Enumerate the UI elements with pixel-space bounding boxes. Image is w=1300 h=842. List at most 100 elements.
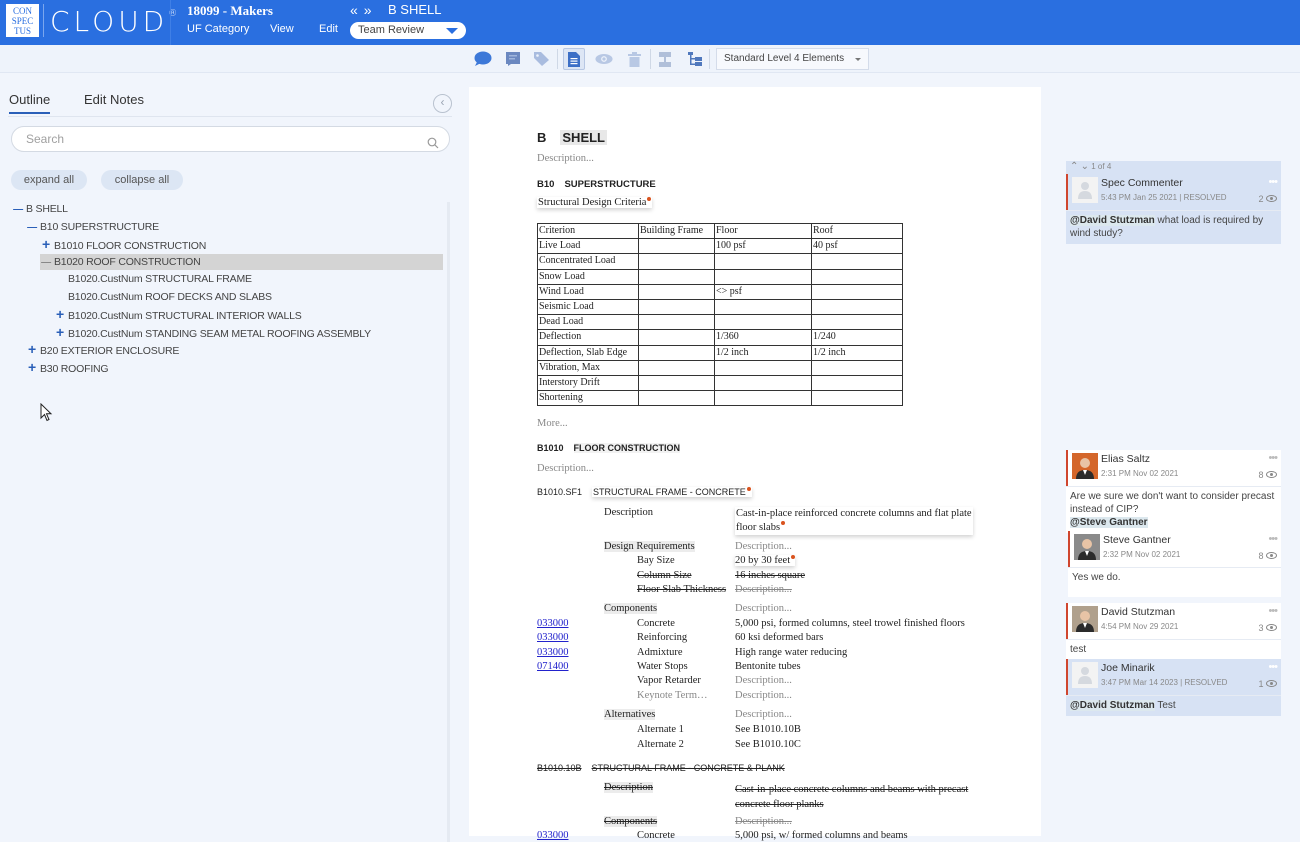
note-icon[interactable] [504, 50, 522, 68]
collapse-icon[interactable]: — [12, 202, 24, 218]
tree-item[interactable]: + B1020.CustNum STANDING SEAM METAL ROOFI… [54, 324, 371, 340]
component-value[interactable]: High range water reducing [735, 647, 847, 658]
table-cell[interactable]: <> psf [714, 283, 812, 300]
tag-icon[interactable] [533, 50, 551, 68]
table-cell[interactable] [638, 390, 715, 407]
alternative-value[interactable]: See B1010.10C [735, 739, 801, 750]
view-count[interactable]: 8 [1258, 470, 1277, 480]
table-cell[interactable] [811, 283, 903, 300]
chevron-up-icon[interactable]: ⌃ [1070, 161, 1078, 172]
split-icon[interactable] [656, 50, 674, 68]
spec-link[interactable]: 033000 [537, 632, 569, 643]
alternative-value[interactable]: See B1010.10B [735, 724, 801, 735]
tree-item[interactable]: — B1020 ROOF CONSTRUCTION [40, 253, 443, 270]
tree-item[interactable]: B1020.CustNum ROOF DECKS AND SLABS [68, 289, 272, 305]
expand-icon[interactable]: + [26, 341, 38, 357]
component-value[interactable]: Description... [735, 690, 792, 701]
table-cell[interactable]: Snow Load [537, 268, 639, 285]
comment-icon[interactable] [474, 50, 492, 68]
expand-icon[interactable]: + [54, 324, 66, 340]
search-input[interactable] [26, 132, 416, 146]
expand-all-button[interactable]: expand all [11, 170, 87, 190]
table-cell[interactable]: 40 psf [811, 238, 903, 255]
description-placeholder[interactable]: Description... [735, 709, 792, 720]
table-cell[interactable] [638, 374, 715, 392]
table-cell[interactable]: Wind Load [537, 283, 639, 300]
table-cell[interactable] [638, 344, 715, 361]
view-count[interactable]: 1 [1258, 679, 1277, 689]
sf1-description-value[interactable]: Cast-in-place reinforced concrete column… [735, 507, 973, 535]
table-header-cell[interactable]: Building Frame [638, 222, 715, 240]
spec-link[interactable]: 033000 [537, 618, 569, 629]
level-select[interactable]: Standard Level 4 Elements [716, 48, 869, 70]
table-cell[interactable] [638, 329, 715, 346]
collapse-all-button[interactable]: collapse all [101, 170, 183, 190]
table-cell[interactable] [638, 238, 715, 255]
next-section-icon[interactable]: » [364, 2, 378, 18]
table-cell[interactable]: 1/2 inch [811, 344, 903, 361]
menu-view[interactable]: View [270, 23, 294, 35]
collapse-panel-button[interactable]: ‹ [433, 94, 452, 113]
tab-outline[interactable]: Outline [9, 92, 51, 114]
table-cell[interactable] [811, 268, 903, 285]
table-cell[interactable] [638, 314, 715, 331]
expand-icon[interactable]: + [40, 236, 52, 252]
view-count[interactable]: 3 [1258, 623, 1277, 633]
spec-link[interactable]: 071400 [537, 661, 569, 672]
tree-item[interactable]: + B1020.CustNum STRUCTURAL INTERIOR WALLS [54, 306, 302, 322]
table-cell[interactable] [714, 374, 812, 392]
spec-link[interactable]: 033000 [537, 647, 569, 658]
table-cell[interactable]: Deflection, Slab Edge [537, 344, 639, 361]
table-header-cell[interactable]: Roof [811, 222, 903, 240]
eye-icon[interactable] [595, 50, 613, 68]
component-value[interactable]: 60 ksi deformed bars [735, 632, 823, 643]
comment-card[interactable]: Elias Saltz 2:31 PM Nov 02 2021 ••• 8 Are w… [1066, 450, 1281, 533]
comment-card[interactable]: Spec Commenter 5:43 PM Jan 25 2021 | RESO… [1066, 174, 1281, 244]
tree-item[interactable]: B1020.CustNum STRUCTURAL FRAME [68, 271, 252, 287]
description-placeholder[interactable]: Description... [537, 153, 594, 164]
b10-title[interactable]: SUPERSTRUCTURE [564, 179, 655, 190]
table-cell[interactable]: Vibration, Max [537, 359, 639, 376]
component-value[interactable]: Bentonite tubes [735, 661, 801, 672]
expand-icon[interactable]: + [54, 306, 66, 322]
search-icon[interactable] [427, 133, 439, 157]
tree-scrollbar[interactable] [447, 202, 450, 842]
table-cell[interactable] [811, 390, 903, 407]
requirement-value[interactable]: Description... [735, 584, 792, 595]
table-cell[interactable] [811, 298, 903, 316]
table-cell[interactable] [714, 268, 812, 285]
tab-edit-notes[interactable]: Edit Notes [84, 92, 144, 107]
table-cell[interactable]: 1/2 inch [714, 344, 812, 361]
table-cell[interactable] [714, 298, 812, 316]
table-cell[interactable] [638, 298, 715, 316]
mention[interactable]: @David Stutzman [1070, 215, 1155, 226]
view-count[interactable]: 2 [1258, 194, 1277, 204]
table-cell[interactable] [811, 374, 903, 392]
table-cell[interactable] [638, 359, 715, 376]
table-cell[interactable] [714, 390, 812, 407]
table-cell[interactable] [638, 268, 715, 285]
requirement-value[interactable]: 16 inches square [735, 570, 805, 581]
criteria-title[interactable]: Structural Design Criteria [537, 197, 653, 208]
tree-item[interactable]: — B SHELL [12, 201, 68, 217]
table-cell[interactable]: Seismic Load [537, 298, 639, 316]
table-cell[interactable] [714, 253, 812, 270]
table-cell[interactable] [811, 314, 903, 331]
previous-section-icon[interactable]: « [350, 2, 364, 18]
more-options-icon[interactable]: ••• [1268, 661, 1278, 673]
menu-edit[interactable]: Edit [319, 23, 338, 35]
tree-item[interactable]: — B10 SUPERSTRUCTURE [26, 219, 159, 235]
b1010-title[interactable]: FLOOR CONSTRUCTION [573, 443, 681, 453]
table-cell[interactable]: Shortening [537, 390, 639, 407]
tree-item[interactable]: + B20 EXTERIOR ENCLOSURE [26, 341, 179, 357]
view-mode-select[interactable]: Team Review [350, 22, 466, 39]
chevron-down-icon[interactable]: ⌄ [1081, 161, 1089, 172]
table-cell[interactable]: 1/240 [811, 329, 903, 346]
trash-icon[interactable] [625, 50, 643, 68]
project-title[interactable]: 18099 - Makers [187, 3, 273, 19]
more-options-icon[interactable]: ••• [1268, 533, 1278, 545]
expand-icon[interactable]: + [26, 359, 38, 375]
description-placeholder[interactable]: Description... [735, 541, 792, 552]
menu-uf-category[interactable]: UF Category [187, 23, 249, 35]
comment-card[interactable]: Joe Minarik 3:47 PM Mar 14 2023 | RESOLVE… [1066, 659, 1281, 716]
